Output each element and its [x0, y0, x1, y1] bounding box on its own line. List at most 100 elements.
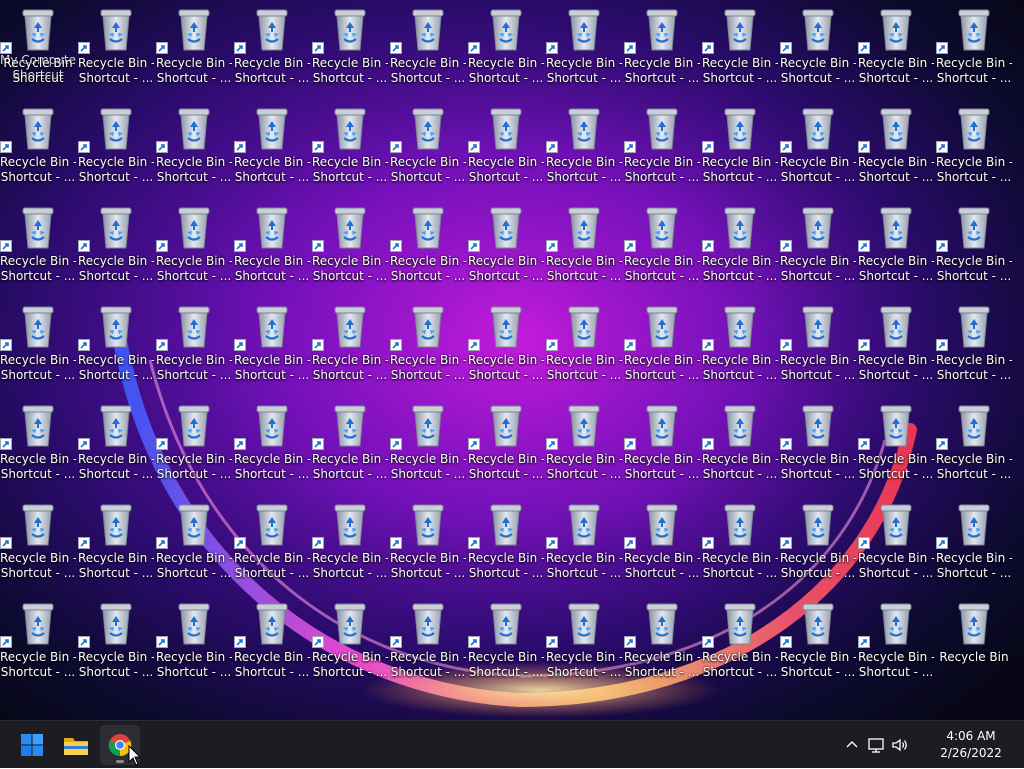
recycle-bin-shortcut-icon[interactable]: Recycle Bin - Shortcut - ... [0, 297, 76, 389]
recycle-bin-shortcut-icon[interactable]: Recycle Bin - Shortcut - ... [156, 594, 232, 686]
recycle-bin-shortcut-icon[interactable]: Recycle Bin - Shortcut - ... [702, 99, 778, 191]
recycle-bin-shortcut-icon[interactable]: Recycle Bin - Shortcut - ... [468, 297, 544, 389]
recycle-bin-shortcut-icon[interactable]: Recycle Bin - Shortcut - ... [0, 396, 76, 488]
recycle-bin-shortcut-icon[interactable]: Recycle Bin - Shortcut - ... [312, 0, 388, 92]
recycle-bin-shortcut-icon[interactable]: Recycle Bin - Shortcut - ... [390, 198, 466, 290]
recycle-bin-shortcut-icon[interactable]: Recycle Bin - Shortcut - ... [624, 594, 700, 686]
recycle-bin-shortcut-icon[interactable]: Recycle Bin - Shortcut - ... [702, 297, 778, 389]
recycle-bin-shortcut-icon[interactable]: Recycle Bin - Shortcut - ... [390, 0, 466, 92]
recycle-bin-shortcut-icon[interactable]: Recycle Bin - Shortcut - ... [624, 495, 700, 587]
recycle-bin-shortcut-icon[interactable]: Recycle Bin - Shortcut - ... [702, 198, 778, 290]
recycle-bin-shortcut-icon[interactable]: Recycle Bin - Shortcut - ... [78, 0, 154, 92]
recycle-bin-shortcut-icon[interactable]: Recycle Bin - Shortcut - ... [624, 99, 700, 191]
taskbar-file-explorer[interactable] [56, 725, 96, 765]
taskbar-chrome[interactable] [100, 725, 140, 765]
recycle-bin-shortcut-icon[interactable]: Recycle Bin - Shortcut - ... [546, 198, 622, 290]
recycle-bin-shortcut-icon[interactable]: Recycle Bin - Shortcut - ... [78, 594, 154, 686]
recycle-bin-shortcut-icon[interactable]: Recycle Bin - Shortcut - ... [546, 0, 622, 92]
recycle-bin-shortcut-icon[interactable]: Recycle Bin - Shortcut - ... [858, 297, 934, 389]
recycle-bin-shortcut-icon[interactable]: Recycle Bin - Shortcut - ... [858, 495, 934, 587]
recycle-bin-shortcut-icon[interactable]: Recycle Bin - Shortcut - ... [312, 198, 388, 290]
recycle-bin-shortcut-icon[interactable]: Recycle Bin - Shortcut - ... [702, 594, 778, 686]
recycle-bin-shortcut-icon[interactable]: Recycle Bin - Shortcut - ... [780, 495, 856, 587]
recycle-bin-shortcut-icon[interactable]: Recycle Bin - Shortcut - ... [0, 495, 76, 587]
recycle-bin-shortcut-icon[interactable]: Recycle Bin - Shortcut - ... [936, 495, 1012, 587]
recycle-bin-shortcut-icon[interactable]: Recycle Bin - Shortcut - ... [780, 99, 856, 191]
recycle-bin-shortcut-icon[interactable]: Recycle Bin - Shortcut - ... [468, 99, 544, 191]
recycle-bin-shortcut-icon[interactable]: Recycle Bin - Shortcut - ... [624, 0, 700, 92]
recycle-bin-shortcut-icon[interactable]: Recycle Bin - Shortcut - ... [78, 297, 154, 389]
recycle-bin-icon[interactable]: Recycle Bin [936, 594, 1012, 686]
network-icon[interactable] [866, 735, 886, 755]
recycle-bin-shortcut-icon[interactable]: Recycle Bin - Shortcut - ... [0, 99, 76, 191]
recycle-bin-shortcut-icon[interactable]: Recycle Bin - Shortcut - ... [234, 198, 310, 290]
recycle-bin-shortcut-icon[interactable]: Recycle Bin - Shortcut - ... [936, 396, 1012, 488]
recycle-bin-shortcut-icon[interactable]: Recycle Bin - Shortcut - ... [312, 396, 388, 488]
recycle-bin-shortcut-icon[interactable]: Recycle Bin - Shortcut - ... [468, 198, 544, 290]
recycle-bin-shortcut-icon[interactable]: Recycle Bin - Shortcut - ... [156, 495, 232, 587]
recycle-bin-shortcut-icon[interactable]: Recycle Bin - Shortcut - ... [936, 198, 1012, 290]
recycle-bin-shortcut-icon[interactable]: Recycle Bin - Shortcut - ... [156, 0, 232, 92]
recycle-bin-shortcut-icon[interactable]: Recycle Bin - Shortcut - ... [468, 495, 544, 587]
desktop[interactable]: My Computer Shortcut Recycle Bin Shortcut… [0, 0, 1024, 720]
recycle-bin-shortcut-icon[interactable]: Recycle Bin - Shortcut - ... [78, 99, 154, 191]
recycle-bin-shortcut-icon[interactable]: Recycle Bin - Shortcut - ... [0, 198, 76, 290]
recycle-bin-shortcut-icon[interactable]: Recycle Bin - Shortcut - ... [546, 594, 622, 686]
recycle-bin-shortcut-icon[interactable]: Recycle Bin - Shortcut - ... [78, 495, 154, 587]
recycle-bin-shortcut-icon[interactable]: Recycle Bin - Shortcut - ... [780, 297, 856, 389]
chevron-up-icon[interactable] [842, 735, 862, 755]
recycle-bin-shortcut-icon[interactable]: Recycle Bin - Shortcut - ... [156, 297, 232, 389]
recycle-bin-shortcut-icon[interactable]: Recycle Bin - Shortcut - ... [156, 99, 232, 191]
recycle-bin-shortcut-icon[interactable]: Recycle Bin - Shortcut - ... [390, 594, 466, 686]
recycle-bin-shortcut-icon[interactable]: Recycle Bin - Shortcut - ... [234, 594, 310, 686]
recycle-bin-shortcut-icon[interactable]: Recycle Bin - Shortcut - ... [780, 198, 856, 290]
recycle-bin-shortcut-icon[interactable]: Recycle Bin - Shortcut - ... [234, 0, 310, 92]
recycle-bin-shortcut-icon[interactable]: Recycle Bin - Shortcut - ... [858, 0, 934, 92]
recycle-bin-shortcut-icon[interactable]: Recycle Bin - Shortcut - ... [858, 99, 934, 191]
recycle-bin-shortcut-icon[interactable]: Recycle Bin - Shortcut - ... [78, 396, 154, 488]
start-button[interactable] [12, 725, 52, 765]
recycle-bin-shortcut-icon[interactable]: Recycle Bin - Shortcut - ... [936, 99, 1012, 191]
icon-label-line1: Recycle Bin - [312, 551, 388, 565]
recycle-bin-shortcut-icon[interactable]: Recycle Bin - Shortcut - ... [312, 297, 388, 389]
taskbar-clock[interactable]: 4:06 AM 2/26/2022 [936, 728, 1006, 762]
recycle-bin-shortcut-icon[interactable]: Recycle Bin - Shortcut - ... [858, 594, 934, 686]
recycle-bin-shortcut-icon[interactable]: Recycle Bin - Shortcut - ... [234, 99, 310, 191]
recycle-bin-shortcut-icon[interactable]: Recycle Bin - Shortcut - ... [468, 396, 544, 488]
recycle-bin-shortcut-icon[interactable]: Recycle Bin - Shortcut - ... [390, 99, 466, 191]
recycle-bin-shortcut-icon[interactable]: Recycle Bin - Shortcut - ... [936, 0, 1012, 92]
recycle-bin-shortcut-icon[interactable]: Recycle Bin - Shortcut - ... [624, 297, 700, 389]
recycle-bin-shortcut-icon[interactable]: Recycle Bin - Shortcut - ... [702, 0, 778, 92]
recycle-bin-shortcut-icon[interactable]: Recycle Bin - Shortcut - ... [546, 297, 622, 389]
recycle-bin-shortcut-icon[interactable]: Recycle Bin Shortcut [0, 0, 76, 92]
recycle-bin-shortcut-icon[interactable]: Recycle Bin - Shortcut - ... [468, 0, 544, 92]
recycle-bin-shortcut-icon[interactable]: Recycle Bin - Shortcut - ... [780, 396, 856, 488]
recycle-bin-shortcut-icon[interactable]: Recycle Bin - Shortcut - ... [780, 0, 856, 92]
recycle-bin-shortcut-icon[interactable]: Recycle Bin - Shortcut - ... [390, 396, 466, 488]
recycle-bin-shortcut-icon[interactable]: Recycle Bin - Shortcut - ... [624, 198, 700, 290]
recycle-bin-shortcut-icon[interactable]: Recycle Bin - Shortcut - ... [234, 396, 310, 488]
recycle-bin-shortcut-icon[interactable]: Recycle Bin - Shortcut - ... [468, 594, 544, 686]
recycle-bin-shortcut-icon[interactable]: Recycle Bin - Shortcut - ... [858, 396, 934, 488]
recycle-bin-shortcut-icon[interactable]: Recycle Bin - Shortcut - ... [546, 99, 622, 191]
recycle-bin-shortcut-icon[interactable]: Recycle Bin - Shortcut - ... [780, 594, 856, 686]
recycle-bin-shortcut-icon[interactable]: Recycle Bin - Shortcut - ... [702, 396, 778, 488]
recycle-bin-shortcut-icon[interactable]: Recycle Bin - Shortcut - ... [234, 297, 310, 389]
recycle-bin-shortcut-icon[interactable]: Recycle Bin - Shortcut - ... [390, 297, 466, 389]
recycle-bin-shortcut-icon[interactable]: Recycle Bin - Shortcut - ... [234, 495, 310, 587]
recycle-bin-shortcut-icon[interactable]: Recycle Bin - Shortcut - ... [390, 495, 466, 587]
recycle-bin-shortcut-icon[interactable]: Recycle Bin - Shortcut - ... [156, 198, 232, 290]
volume-icon[interactable] [890, 735, 910, 755]
recycle-bin-shortcut-icon[interactable]: Recycle Bin - Shortcut - ... [156, 396, 232, 488]
recycle-bin-shortcut-icon[interactable]: Recycle Bin - Shortcut - ... [312, 495, 388, 587]
recycle-bin-shortcut-icon[interactable]: Recycle Bin - Shortcut - ... [546, 495, 622, 587]
recycle-bin-shortcut-icon[interactable]: Recycle Bin - Shortcut - ... [624, 396, 700, 488]
recycle-bin-shortcut-icon[interactable]: Recycle Bin - Shortcut - ... [312, 594, 388, 686]
recycle-bin-shortcut-icon[interactable]: Recycle Bin - Shortcut - ... [936, 297, 1012, 389]
recycle-bin-shortcut-icon[interactable]: Recycle Bin - Shortcut - ... [0, 594, 76, 686]
recycle-bin-shortcut-icon[interactable]: Recycle Bin - Shortcut - ... [858, 198, 934, 290]
recycle-bin-shortcut-icon[interactable]: Recycle Bin - Shortcut - ... [312, 99, 388, 191]
recycle-bin-shortcut-icon[interactable]: Recycle Bin - Shortcut - ... [546, 396, 622, 488]
recycle-bin-shortcut-icon[interactable]: Recycle Bin - Shortcut - ... [78, 198, 154, 290]
recycle-bin-shortcut-icon[interactable]: Recycle Bin - Shortcut - ... [702, 495, 778, 587]
